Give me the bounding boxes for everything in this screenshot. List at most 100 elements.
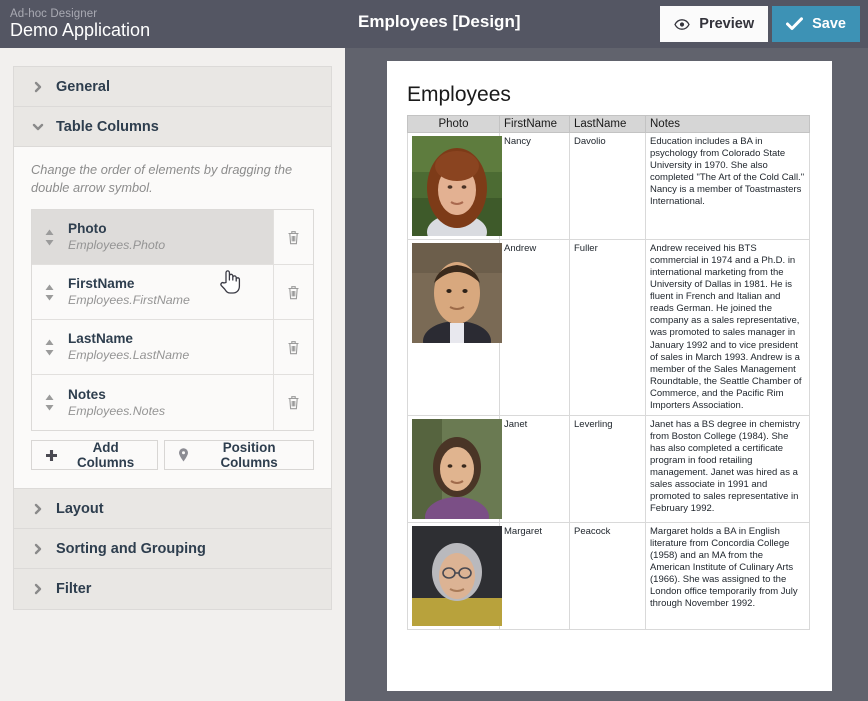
column-header-photo: Photo bbox=[407, 115, 500, 133]
employee-lastname: Leverling bbox=[569, 414, 646, 523]
save-button[interactable]: Save bbox=[772, 6, 860, 42]
employee-firstname: Nancy bbox=[499, 132, 570, 240]
sidebar-section-sorting-and-grouping[interactable]: Sorting and Grouping bbox=[14, 529, 331, 570]
column-path: Employees.Photo bbox=[68, 238, 166, 253]
columns-list: Photo Employees.Photo FirstName Employee… bbox=[31, 209, 314, 432]
column-path: Employees.LastName bbox=[68, 348, 190, 363]
column-header-notes: Notes bbox=[645, 115, 810, 133]
employees-table: Photo FirstName LastName Notes Nancy Dav… bbox=[407, 115, 810, 630]
sidebar-section-layout-label: Layout bbox=[56, 500, 104, 517]
column-header-firstname: FirstName bbox=[499, 115, 570, 133]
employee-photo-janet bbox=[412, 418, 502, 519]
employee-photo-cell bbox=[407, 239, 502, 416]
table-header-row: Photo FirstName LastName Notes bbox=[407, 115, 810, 133]
map-pin-icon bbox=[178, 448, 189, 462]
employee-lastname: Fuller bbox=[569, 239, 646, 416]
column-item-lastname[interactable]: LastName Employees.LastName bbox=[32, 320, 274, 375]
table-columns-panel: Change the order of elements by dragging… bbox=[14, 147, 331, 490]
column-item-notes[interactable]: Notes Employees.Notes bbox=[32, 375, 274, 431]
settings-accordion: General Table Columns Change the order o… bbox=[13, 66, 332, 611]
updown-arrow-icon[interactable] bbox=[44, 394, 55, 411]
delete-column-button[interactable] bbox=[274, 210, 313, 265]
updown-arrow-icon[interactable] bbox=[44, 339, 55, 356]
delete-column-button[interactable] bbox=[274, 320, 313, 375]
table-row: Andrew Fuller Andrew received his BTS co… bbox=[407, 239, 810, 416]
sidebar-section-sorting-and-grouping-label: Sorting and Grouping bbox=[56, 540, 206, 557]
drag-hint-text: Change the order of elements by dragging… bbox=[31, 162, 293, 196]
employee-photo-margaret bbox=[412, 525, 502, 626]
preview-button-label: Preview bbox=[699, 16, 755, 32]
column-name: FirstName bbox=[68, 276, 135, 292]
trash-icon bbox=[288, 340, 299, 355]
updown-arrow-icon[interactable] bbox=[44, 229, 55, 246]
employee-firstname: Janet bbox=[499, 414, 570, 523]
chevron-right-icon bbox=[34, 81, 42, 92]
eye-icon bbox=[674, 18, 691, 30]
page-title: Employees [Design] bbox=[358, 12, 521, 31]
column-name: Photo bbox=[68, 221, 107, 237]
brand: Ad-hoc Designer Demo Application bbox=[0, 8, 150, 40]
check-icon bbox=[786, 17, 804, 31]
employee-photo-cell bbox=[407, 132, 502, 240]
sidebar-section-table-columns[interactable]: Table Columns bbox=[14, 107, 331, 147]
employee-photo-nancy bbox=[412, 136, 502, 236]
position-columns-label: Position Columns bbox=[220, 440, 278, 471]
column-header-lastname: LastName bbox=[569, 115, 646, 133]
sidebar-section-table-columns-label: Table Columns bbox=[56, 118, 159, 135]
employee-photo-cell bbox=[407, 521, 502, 630]
employee-notes: Margaret holds a BA in English literatur… bbox=[645, 521, 810, 630]
list-item[interactable]: FirstName Employees.FirstName bbox=[32, 265, 313, 321]
add-columns-button[interactable]: Add Columns bbox=[31, 440, 159, 471]
column-path: Employees.FirstName bbox=[68, 293, 190, 308]
table-row: Margaret Peacock Margaret holds a BA in … bbox=[407, 521, 810, 630]
report-page: Employees Photo FirstName LastName Notes bbox=[387, 61, 832, 691]
employee-firstname: Andrew bbox=[499, 239, 570, 416]
sidebar-section-general[interactable]: General bbox=[14, 67, 331, 107]
column-item-firstname[interactable]: FirstName Employees.FirstName bbox=[32, 265, 274, 320]
employee-photo-cell bbox=[407, 414, 502, 523]
delete-column-button[interactable] bbox=[274, 265, 313, 320]
sidebar-section-filter[interactable]: Filter bbox=[14, 569, 331, 610]
list-item[interactable]: LastName Employees.LastName bbox=[32, 320, 313, 376]
report-title: Employees bbox=[407, 83, 511, 106]
column-path: Employees.Notes bbox=[68, 403, 166, 418]
delete-column-button[interactable] bbox=[274, 375, 313, 431]
employee-notes: Janet has a BS degree in chemistry from … bbox=[645, 414, 810, 523]
ad-hoc-designer-window: Ad-hoc Designer Demo Application Employe… bbox=[0, 0, 868, 701]
preview-button[interactable]: Preview bbox=[660, 6, 769, 42]
employee-photo-andrew bbox=[412, 243, 502, 343]
add-columns-label: Add Columns bbox=[76, 440, 135, 471]
top-actions: Preview Save bbox=[660, 6, 860, 42]
save-button-label: Save bbox=[812, 16, 846, 32]
position-columns-button[interactable]: Position Columns bbox=[164, 440, 314, 471]
list-item[interactable]: Notes Employees.Notes bbox=[32, 375, 313, 431]
column-name: LastName bbox=[68, 331, 133, 347]
trash-icon bbox=[288, 285, 299, 300]
table-row: Nancy Davolio Education includes a BA in… bbox=[407, 132, 810, 240]
employee-notes: Education includes a BA in psychology fr… bbox=[645, 132, 810, 240]
employee-lastname: Davolio bbox=[569, 132, 646, 240]
trash-icon bbox=[288, 230, 299, 245]
employee-firstname: Margaret bbox=[499, 521, 570, 630]
column-name: Notes bbox=[68, 386, 106, 402]
column-item-photo[interactable]: Photo Employees.Photo bbox=[32, 210, 274, 265]
top-bar: Ad-hoc Designer Demo Application Employe… bbox=[0, 0, 868, 48]
column-actions: Add Columns Position Columns bbox=[31, 440, 314, 471]
brand-title: Demo Application bbox=[10, 20, 151, 41]
trash-icon bbox=[288, 396, 299, 410]
list-item[interactable]: Photo Employees.Photo bbox=[32, 210, 313, 266]
plus-icon bbox=[45, 449, 58, 462]
chevron-right-icon bbox=[34, 584, 42, 595]
report-canvas[interactable]: Employees Photo FirstName LastName Notes bbox=[345, 48, 868, 701]
chevron-right-icon bbox=[34, 503, 42, 515]
sidebar-section-filter-label: Filter bbox=[56, 581, 92, 598]
employee-lastname: Peacock bbox=[569, 521, 646, 630]
employee-notes: Andrew received his BTS commercial in 19… bbox=[645, 239, 810, 416]
chevron-down-icon bbox=[32, 123, 44, 130]
chevron-right-icon bbox=[34, 543, 42, 555]
table-row: Janet Leverling Janet has a BS degree in… bbox=[407, 414, 810, 523]
sidebar-section-general-label: General bbox=[56, 78, 110, 95]
updown-arrow-icon[interactable] bbox=[44, 284, 55, 301]
designer-sidebar: General Table Columns Change the order o… bbox=[0, 48, 345, 701]
sidebar-section-layout[interactable]: Layout bbox=[14, 489, 331, 530]
